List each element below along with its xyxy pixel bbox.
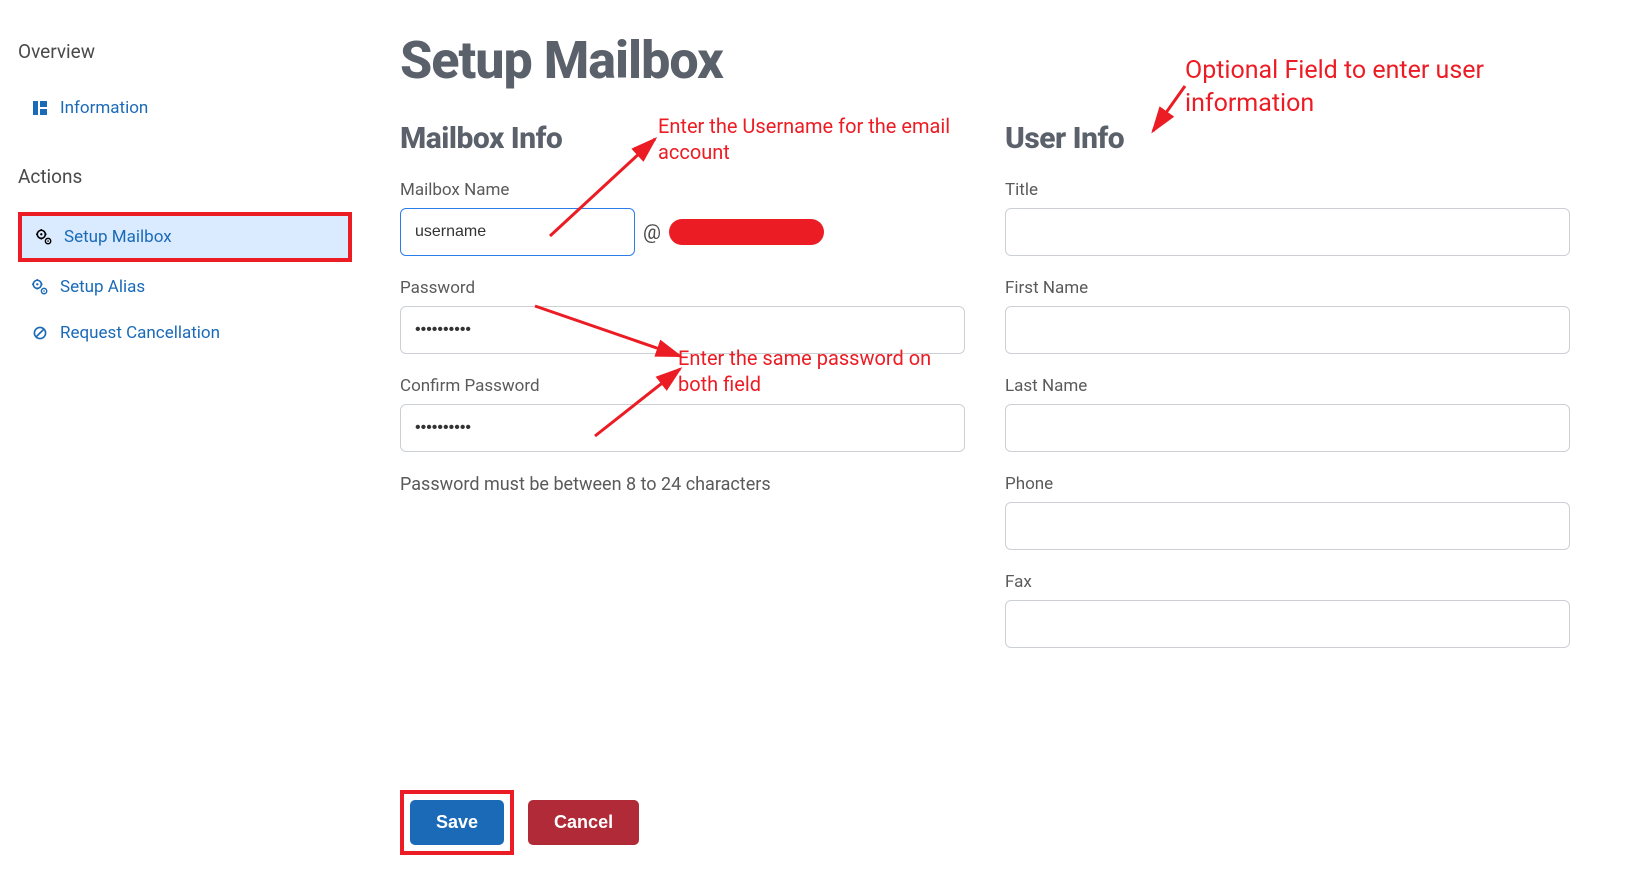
gears-icon bbox=[34, 227, 54, 247]
password-label: Password bbox=[400, 278, 965, 298]
sidebar-item-request-cancellation[interactable]: Request Cancellation bbox=[18, 312, 352, 354]
sidebar-item-information[interactable]: Information bbox=[18, 87, 352, 129]
sidebar-heading-actions: Actions bbox=[18, 165, 352, 188]
field-fax: Fax bbox=[1005, 572, 1570, 648]
first-name-label: First Name bbox=[1005, 278, 1570, 298]
section-title-user-info: User Info bbox=[1005, 121, 1570, 156]
mailbox-name-input[interactable] bbox=[400, 208, 635, 256]
main-content: Setup Mailbox Mailbox Info Mailbox Name … bbox=[370, 20, 1600, 875]
sidebar-item-label: Setup Mailbox bbox=[64, 227, 172, 247]
section-title-mailbox-info: Mailbox Info bbox=[400, 121, 965, 156]
at-symbol: @ bbox=[643, 220, 661, 244]
page-title: Setup Mailbox bbox=[400, 30, 1570, 91]
sidebar-item-setup-alias[interactable]: Setup Alias bbox=[18, 266, 352, 308]
password-hint: Password must be between 8 to 24 charact… bbox=[400, 474, 965, 495]
fax-input[interactable] bbox=[1005, 600, 1570, 648]
phone-label: Phone bbox=[1005, 474, 1570, 494]
sidebar-item-setup-mailbox[interactable]: Setup Mailbox bbox=[22, 216, 348, 258]
confirm-password-input[interactable] bbox=[400, 404, 965, 452]
field-last-name: Last Name bbox=[1005, 376, 1570, 452]
field-password: Password bbox=[400, 278, 965, 354]
title-label: Title bbox=[1005, 180, 1570, 200]
sidebar-item-label: Setup Alias bbox=[60, 277, 145, 297]
sidebar-item-label: Information bbox=[60, 98, 148, 118]
sidebar-heading-overview: Overview bbox=[18, 40, 352, 63]
field-first-name: First Name bbox=[1005, 278, 1570, 354]
last-name-label: Last Name bbox=[1005, 376, 1570, 396]
gears-icon bbox=[30, 277, 50, 297]
cancel-button[interactable]: Cancel bbox=[528, 800, 639, 845]
field-title: Title bbox=[1005, 180, 1570, 256]
sidebar: Overview Information Actions bbox=[0, 20, 370, 875]
phone-input[interactable] bbox=[1005, 502, 1570, 550]
mailbox-info-section: Mailbox Info Mailbox Name @ Password Con… bbox=[400, 121, 965, 670]
highlight-save-button: Save bbox=[400, 790, 514, 855]
highlight-setup-mailbox: Setup Mailbox bbox=[18, 212, 352, 262]
save-button[interactable]: Save bbox=[410, 800, 504, 845]
user-info-section: User Info Title First Name Last Name Pho… bbox=[1005, 121, 1570, 670]
dashboard-icon bbox=[30, 98, 50, 118]
field-phone: Phone bbox=[1005, 474, 1570, 550]
last-name-input[interactable] bbox=[1005, 404, 1570, 452]
field-mailbox-name: Mailbox Name @ bbox=[400, 180, 965, 256]
sidebar-item-label: Request Cancellation bbox=[60, 323, 220, 343]
mailbox-name-label: Mailbox Name bbox=[400, 180, 965, 200]
confirm-password-label: Confirm Password bbox=[400, 376, 965, 396]
password-input[interactable] bbox=[400, 306, 965, 354]
field-confirm-password: Confirm Password bbox=[400, 376, 965, 452]
fax-label: Fax bbox=[1005, 572, 1570, 592]
first-name-input[interactable] bbox=[1005, 306, 1570, 354]
cancel-icon bbox=[30, 323, 50, 343]
domain-redacted bbox=[669, 219, 824, 245]
title-input[interactable] bbox=[1005, 208, 1570, 256]
buttons-row: Save Cancel bbox=[400, 790, 1570, 855]
